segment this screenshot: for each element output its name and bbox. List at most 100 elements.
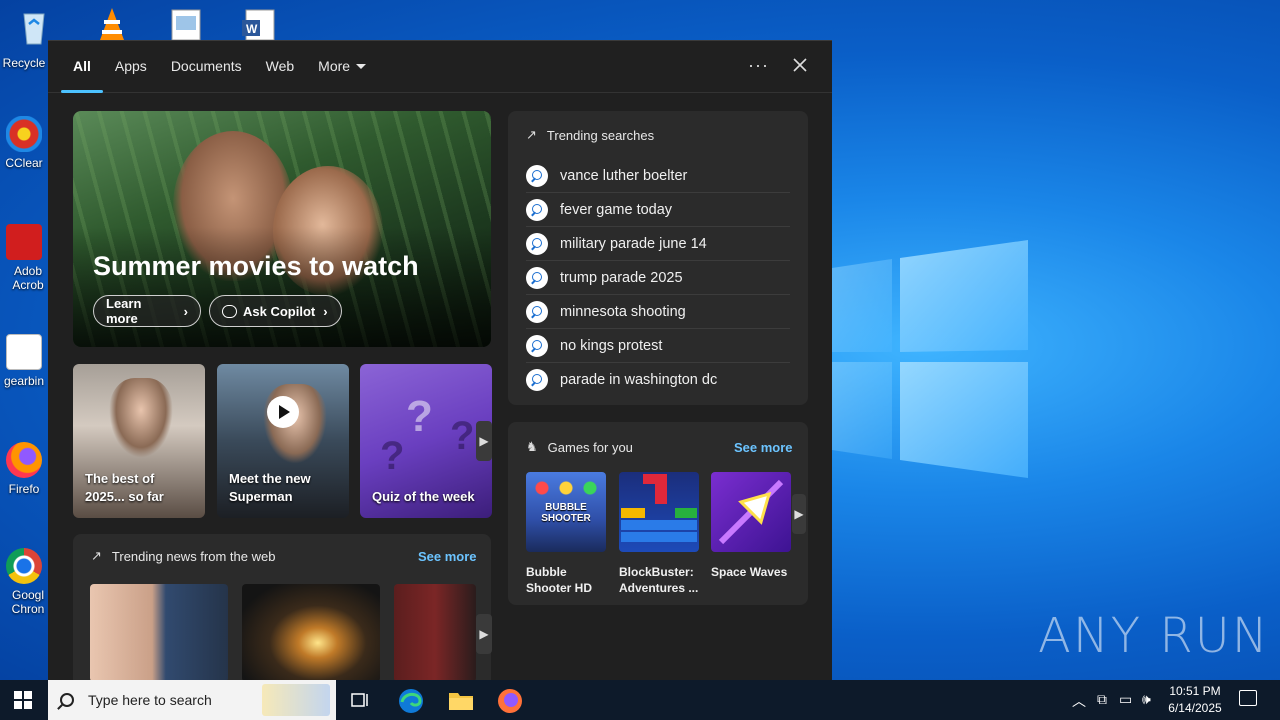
trending-search-text: trump parade 2025 (560, 269, 683, 286)
tab-all[interactable]: All (61, 41, 103, 93)
clock-time: 10:51 PM (1169, 684, 1221, 698)
chevron-right-icon: › (183, 303, 188, 319)
desktop-icon-google-chrome[interactable]: Googl Chron (0, 548, 48, 616)
search-icon (526, 300, 548, 323)
image-file-icon[interactable] (166, 6, 206, 41)
network-icon[interactable]: ⧉ (1097, 691, 1107, 708)
search-icon (526, 334, 548, 357)
chevron-right-icon: › (323, 303, 328, 319)
adobe-acrobat-icon (6, 224, 42, 260)
tab-documents[interactable]: Documents (159, 41, 254, 93)
card-label: Quiz of the week (372, 489, 475, 504)
game-name: Space Waves (711, 565, 788, 579)
cards-next-button[interactable]: ▶ (476, 421, 492, 461)
desktop-icon-adobe-acrobat[interactable]: Adob Acrob (0, 224, 48, 292)
close-icon (793, 58, 807, 72)
featured-cards: The best of 2025... so far Meet the new … (73, 364, 493, 518)
wifi-icon[interactable]: ▭ (1119, 691, 1132, 708)
news-see-more-link[interactable]: See more (418, 549, 477, 564)
question-mark-icon: ? (406, 392, 433, 441)
desktop-icon-label: Adob Acrob (12, 264, 44, 292)
desktop-icon-label: CClear (5, 156, 43, 170)
search-icon (60, 693, 74, 707)
trending-search-item[interactable]: trump parade 2025 (526, 261, 790, 295)
ask-copilot-label: Ask Copilot (243, 303, 316, 319)
anyrun-watermark: ANY RUN (1038, 608, 1270, 664)
tab-more[interactable]: More (306, 41, 378, 93)
search-highlight-image (262, 684, 330, 716)
tab-web[interactable]: Web (254, 41, 307, 93)
windows-wallpaper-logo (832, 240, 1028, 478)
firefox-icon (498, 689, 522, 713)
desktop-icon-label: gearbin (3, 374, 45, 388)
news-item[interactable] (242, 584, 380, 680)
search-tabs: All Apps Documents Web More ··· (48, 41, 832, 93)
firefox-taskbar-button[interactable] (497, 688, 522, 713)
vlc-icon[interactable] (92, 6, 132, 40)
more-options-button[interactable]: ··· (748, 55, 769, 76)
card-best-of-2025[interactable]: The best of 2025... so far (73, 364, 205, 518)
card-label: Meet the new Superman (229, 471, 311, 504)
tab-apps[interactable]: Apps (103, 41, 159, 93)
word-document-icon[interactable]: W (238, 6, 278, 41)
search-icon (526, 369, 548, 391)
games-see-more-link[interactable]: See more (734, 440, 793, 455)
news-next-button[interactable]: ▶ (476, 614, 492, 654)
game-tile[interactable]: Space Waves (711, 472, 791, 580)
games-section: ♞ Games for you See more BUBBLE SHOOTER … (508, 422, 808, 605)
folder-icon (449, 693, 473, 710)
tab-more-label: More (318, 57, 351, 74)
taskbar-search-box[interactable]: Type here to search (48, 680, 336, 720)
taskbar-search-placeholder: Type here to search (88, 692, 212, 708)
edge-button[interactable] (398, 688, 423, 713)
card-superman[interactable]: Meet the new Superman (217, 364, 349, 518)
ask-copilot-button[interactable]: Ask Copilot › (209, 295, 342, 327)
game-image (711, 472, 791, 552)
trending-arrow-icon: ↗ (526, 127, 537, 142)
close-button[interactable] (790, 55, 810, 77)
desktop-icon-ccleaner[interactable]: CClear (0, 116, 48, 170)
chevron-right-icon: ▶ (794, 507, 804, 521)
card-quiz[interactable]: ? ? ? Quiz of the week (360, 364, 492, 518)
section-title: Games for you (547, 439, 633, 455)
chevron-right-icon: ▶ (479, 627, 489, 641)
news-item[interactable] (90, 584, 228, 680)
desktop-icon-gearbin[interactable]: gearbin (0, 334, 48, 388)
ccleaner-icon (6, 116, 42, 152)
trending-search-item[interactable]: minnesota shooting (526, 295, 790, 329)
notifications-icon[interactable] (1239, 690, 1257, 706)
desktop-icon-label: Recycle (2, 56, 46, 70)
news-item[interactable] (394, 584, 476, 680)
desktop-icon-recycle-bin[interactable]: Recycle (0, 56, 48, 70)
learn-more-button[interactable]: Learn more › (93, 295, 201, 327)
trending-arrow-icon: ↗ (91, 548, 102, 563)
firefox-icon (6, 442, 42, 478)
trending-search-item[interactable]: no kings protest (526, 329, 790, 363)
search-icon (526, 198, 548, 221)
card-label: The best of 2025... so far (85, 471, 164, 504)
desktop-icon-firefox[interactable]: Firefo (0, 442, 48, 496)
show-hidden-icons-button[interactable]: ︿ (1072, 691, 1086, 711)
search-icon (526, 164, 548, 187)
start-button[interactable] (14, 691, 32, 709)
games-next-button[interactable]: ▶ (792, 494, 806, 534)
clock[interactable]: 10:51 PM 6/14/2025 (1160, 683, 1230, 720)
recycle-bin-icon[interactable] (14, 6, 54, 45)
search-panel: All Apps Documents Web More ··· Summer m… (48, 40, 832, 680)
trending-search-text: fever game today (560, 201, 673, 218)
game-tile[interactable]: BUBBLE SHOOTER Bubble Shooter HD (526, 472, 606, 596)
caret-down-icon (356, 64, 367, 70)
trending-search-item[interactable]: parade in washington dc (526, 363, 790, 397)
task-view-button[interactable] (348, 688, 372, 712)
file-explorer-button[interactable] (448, 688, 473, 712)
taskbar: Type here to search ︿ ⧉ ▭ 🕪 10:51 PM 6/1… (0, 680, 1280, 720)
trending-search-item[interactable]: vance luther boelter (526, 159, 790, 193)
section-title: Trending searches (546, 127, 655, 143)
volume-icon[interactable]: 🕪 (1142, 691, 1151, 708)
desktop-icon-label: Firefo (8, 482, 40, 496)
hero-card[interactable]: Summer movies to watch Learn more › Ask … (73, 111, 491, 347)
trending-search-item[interactable]: military parade june 14 (526, 227, 790, 261)
game-tile[interactable]: BlockBuster: Adventures ... (619, 472, 699, 596)
trending-search-item[interactable]: fever game today (526, 193, 790, 227)
trending-news-section: ↗ Trending news from the web See more ▶ (73, 534, 492, 680)
